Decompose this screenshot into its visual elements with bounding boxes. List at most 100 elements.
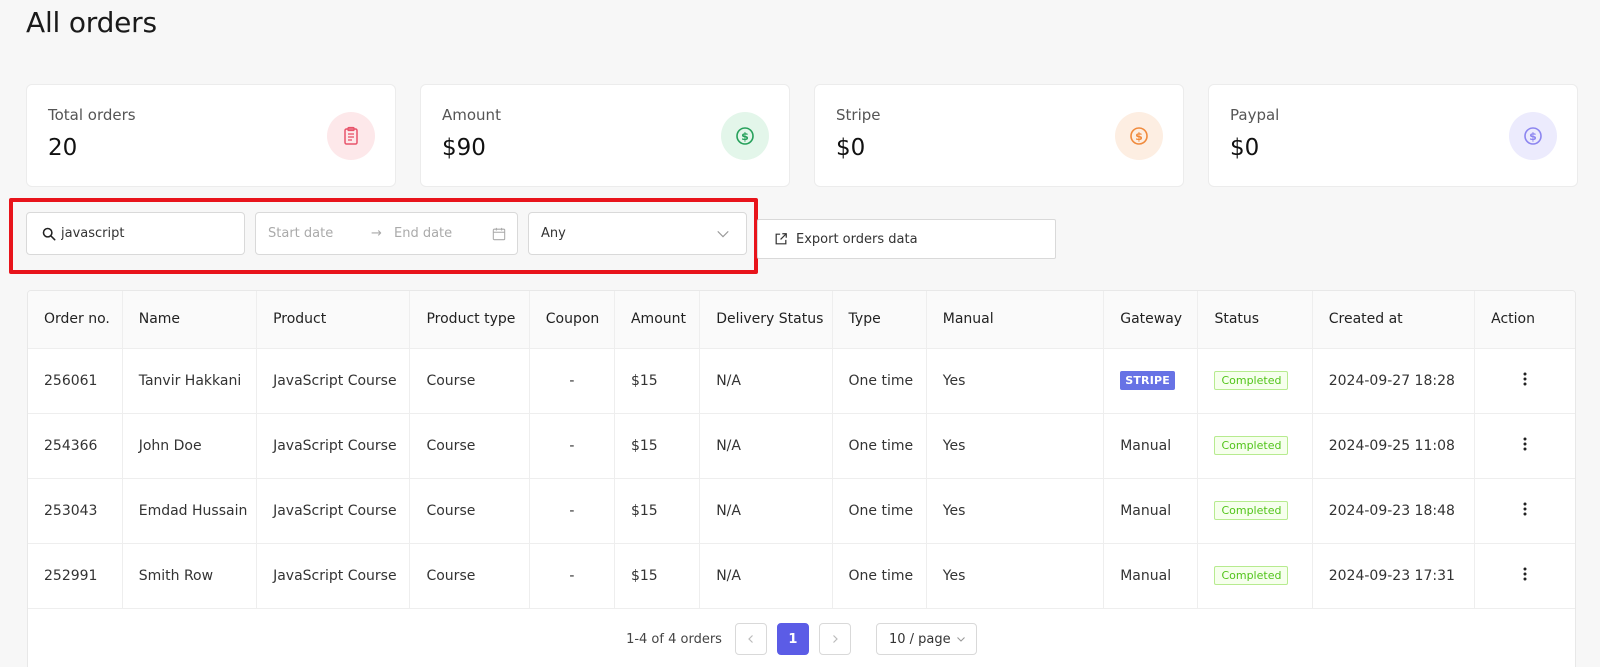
name-cell: Emdad Hussain — [122, 478, 258, 544]
chevron-left-icon — [748, 635, 753, 643]
stat-card-total-orders: Total orders 20 — [26, 84, 396, 187]
stat-card-amount: Amount $90 $ — [420, 84, 790, 187]
search-input[interactable] — [61, 226, 231, 241]
action-cell — [1474, 478, 1575, 544]
table-row[interactable]: 253043 Emdad Hussain JavaScript Course C… — [28, 478, 1575, 544]
manual-cell: Yes — [926, 478, 1105, 544]
search-field[interactable] — [26, 212, 245, 255]
more-vertical-icon — [1523, 372, 1527, 385]
column-header: Created at — [1312, 291, 1476, 349]
column-header: Delivery Status — [699, 291, 833, 349]
name-cell: Smith Row — [122, 543, 258, 609]
delivery-status-cell: N/A — [699, 348, 833, 414]
created-at-cell: 2024-09-27 18:28 — [1312, 348, 1476, 414]
svg-text:$: $ — [741, 130, 749, 143]
export-orders-button[interactable]: Export orders data — [757, 219, 1056, 259]
stat-label: Paypal — [1230, 106, 1280, 124]
gateway-text: Manual — [1120, 567, 1172, 584]
product-type-cell: Course — [409, 478, 530, 544]
table-row[interactable]: 254366 John Doe JavaScript Course Course… — [28, 413, 1575, 479]
order-no-cell: 256061 — [28, 348, 123, 414]
manual-cell: Yes — [926, 348, 1105, 414]
status-badge: Completed — [1214, 436, 1289, 455]
stat-label: Stripe — [836, 106, 881, 124]
column-header: Manual — [926, 291, 1105, 349]
name-cell: John Doe — [122, 413, 258, 479]
date-range-picker[interactable]: Start date → End date — [255, 212, 518, 255]
gateway-text: Manual — [1120, 437, 1172, 454]
type-cell: One time — [832, 413, 927, 479]
table-row[interactable]: 256061 Tanvir Hakkani JavaScript Course … — [28, 348, 1575, 414]
export-icon — [775, 233, 787, 245]
status-select-value: Any — [541, 226, 566, 241]
clipboard-icon — [327, 112, 375, 160]
stat-card-stripe: Stripe $0 $ — [814, 84, 1184, 187]
page-size-select[interactable]: 10 / page — [875, 623, 977, 655]
stats-row: Total orders 20 Amount $90 $ Stripe $0 $… — [26, 84, 1578, 187]
product-cell: JavaScript Course — [256, 478, 411, 544]
dollar-icon: $ — [1115, 112, 1163, 160]
column-header: Action — [1474, 291, 1575, 349]
start-date-input[interactable]: Start date — [268, 226, 333, 241]
more-actions-button[interactable] — [1514, 437, 1536, 455]
search-icon — [42, 227, 56, 240]
column-header: Gateway — [1103, 291, 1199, 349]
name-cell: Tanvir Hakkani — [122, 348, 258, 414]
status-cell: Completed — [1197, 478, 1313, 544]
next-page-button[interactable] — [818, 623, 851, 655]
pagination-total: 1-4 of 4 orders — [626, 631, 722, 647]
amount-cell: $15 — [614, 478, 701, 544]
type-cell: One time — [832, 543, 927, 609]
status-select[interactable]: Any — [528, 212, 747, 255]
date-separator-icon: → — [371, 226, 382, 241]
chevron-right-icon — [833, 635, 838, 643]
column-header: Name — [122, 291, 258, 349]
stat-value: $90 — [442, 135, 486, 161]
status-cell: Completed — [1197, 413, 1313, 479]
orders-table: Order no. Name Product Product type Coupon Am… — [27, 290, 1576, 667]
amount-cell: $15 — [614, 348, 701, 414]
product-cell: JavaScript Course — [256, 413, 411, 479]
coupon-cell: - — [529, 348, 615, 414]
product-cell: JavaScript Course — [256, 543, 411, 609]
product-type-cell: Course — [409, 348, 530, 414]
gateway-cell: Manual — [1103, 478, 1199, 544]
action-cell — [1474, 543, 1575, 609]
more-vertical-icon — [1523, 437, 1527, 450]
manual-cell: Yes — [926, 413, 1105, 479]
more-actions-button[interactable] — [1514, 502, 1536, 520]
action-cell — [1474, 413, 1575, 479]
order-no-cell: 254366 — [28, 413, 123, 479]
delivery-status-cell: N/A — [699, 543, 833, 609]
column-header: Coupon — [529, 291, 615, 349]
more-vertical-icon — [1523, 567, 1527, 580]
created-at-cell: 2024-09-23 18:48 — [1312, 478, 1476, 544]
end-date-input[interactable]: End date — [394, 226, 452, 241]
manual-cell: Yes — [926, 543, 1105, 609]
amount-cell: $15 — [614, 543, 701, 609]
chevron-down-icon — [717, 230, 729, 237]
action-cell — [1474, 348, 1575, 414]
coupon-cell: - — [529, 413, 615, 479]
prev-page-button[interactable] — [734, 623, 767, 655]
stat-card-paypal: Paypal $0 $ — [1208, 84, 1578, 187]
svg-text:$: $ — [1135, 130, 1143, 143]
table-header-row: Order no. Name Product Product type Coupon Am… — [28, 291, 1575, 349]
coupon-cell: - — [529, 543, 615, 609]
column-header: Status — [1197, 291, 1313, 349]
stat-value: $0 — [836, 135, 866, 161]
column-header: Product type — [409, 291, 530, 349]
page-title: All orders — [26, 6, 157, 39]
column-header: Product — [256, 291, 411, 349]
gateway-cell: Manual — [1103, 413, 1199, 479]
more-actions-button[interactable] — [1514, 567, 1536, 585]
status-badge: Completed — [1214, 566, 1289, 585]
chevron-down-icon — [957, 637, 965, 642]
page-1-button[interactable]: 1 — [776, 623, 809, 655]
type-cell: One time — [832, 348, 927, 414]
product-cell: JavaScript Course — [256, 348, 411, 414]
type-cell: One time — [832, 478, 927, 544]
table-row[interactable]: 252991 Smith Row JavaScript Course Cours… — [28, 543, 1575, 609]
more-actions-button[interactable] — [1514, 372, 1536, 390]
status-badge: Completed — [1214, 501, 1289, 520]
